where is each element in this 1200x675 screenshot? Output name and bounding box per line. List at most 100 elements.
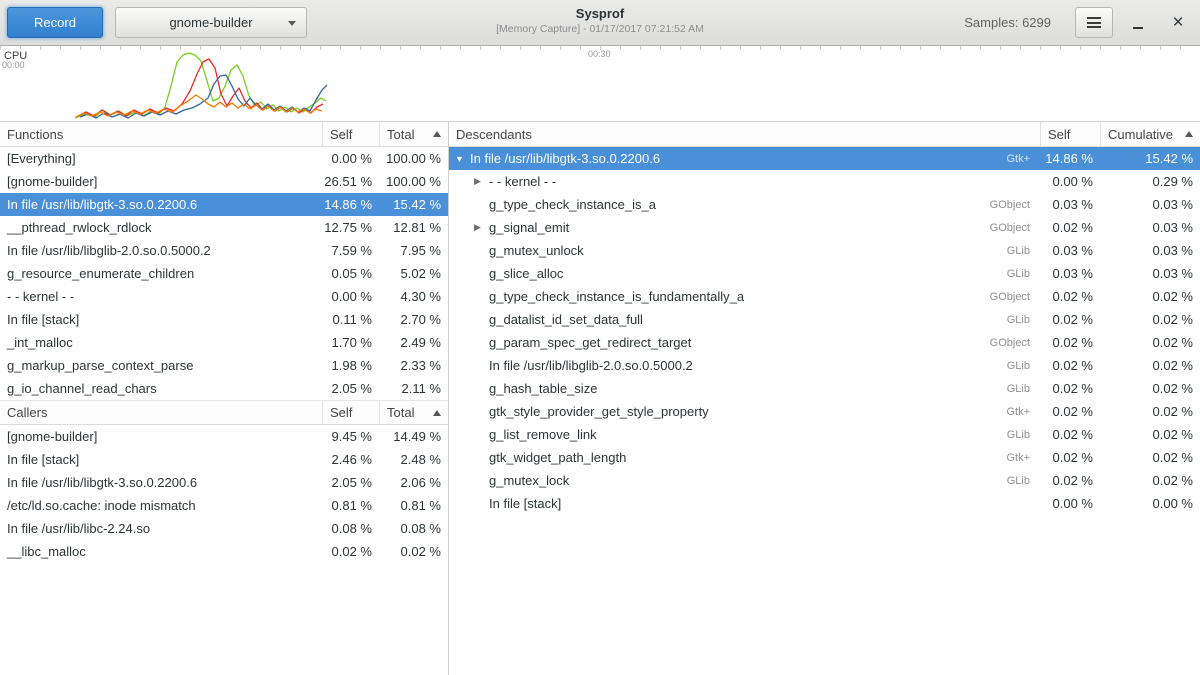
callers-table-header: Callers Self Total: [0, 400, 448, 425]
cell-total-percent: 0.81 %: [379, 494, 448, 517]
cell-function-name: ▶- - kernel - -: [449, 170, 950, 193]
table-row[interactable]: [Everything]0.00 %100.00 %: [0, 147, 448, 170]
sort-indicator-icon: [433, 131, 441, 137]
column-header-descendants[interactable]: Descendants: [449, 122, 1040, 146]
cell-function-name: In file /usr/lib/libgtk-3.so.0.2200.6: [0, 193, 322, 216]
function-name-text: g_signal_emit: [489, 220, 569, 235]
close-button[interactable]: ×: [1163, 8, 1193, 38]
table-row[interactable]: In file /usr/lib/libgtk-3.so.0.2200.62.0…: [0, 471, 448, 494]
column-header-cumulative[interactable]: Cumulative: [1100, 122, 1200, 146]
cell-function-name: In file /usr/lib/libglib-2.0.so.0.5000.2: [449, 354, 950, 377]
table-row[interactable]: g_hash_table_sizeGLib0.02 %0.02 %: [449, 377, 1200, 400]
descendants-table: ▼In file /usr/lib/libgtk-3.so.0.2200.6Gt…: [449, 147, 1200, 515]
expander-icon[interactable]: ▶: [474, 222, 489, 233]
callers-table: [gnome-builder]9.45 %14.49 %In file [sta…: [0, 425, 448, 563]
function-name-text: g_datalist_id_set_data_full: [489, 312, 643, 327]
table-row[interactable]: In file /usr/lib/libgtk-3.so.0.2200.614.…: [0, 193, 448, 216]
cell-cumulative-percent: 0.03 %: [1100, 216, 1200, 239]
column-header-self[interactable]: Self: [1040, 122, 1100, 146]
cpu-timeline[interactable]: CPU 00:00 00:30: [0, 46, 1200, 122]
table-row[interactable]: __pthread_rwlock_rdlock12.75 %12.81 %: [0, 216, 448, 239]
cell-self-percent: 14.86 %: [1040, 147, 1100, 170]
main-content: Functions Self Total [Everything]0.00 %1…: [0, 122, 1200, 675]
table-row[interactable]: _int_malloc1.70 %2.49 %: [0, 331, 448, 354]
table-row[interactable]: g_list_remove_linkGLib0.02 %0.02 %: [449, 423, 1200, 446]
table-row[interactable]: In file [stack]0.00 %0.00 %: [449, 492, 1200, 515]
table-row[interactable]: g_param_spec_get_redirect_targetGObject0…: [449, 331, 1200, 354]
table-row[interactable]: g_datalist_id_set_data_fullGLib0.02 %0.0…: [449, 308, 1200, 331]
table-row[interactable]: g_slice_allocGLib0.03 %0.03 %: [449, 262, 1200, 285]
cell-total-percent: 5.02 %: [379, 262, 448, 285]
column-header-callers[interactable]: Callers: [0, 401, 322, 424]
table-row[interactable]: In file /usr/lib/libglib-2.0.so.0.5000.2…: [449, 354, 1200, 377]
cell-library-name: GLib: [950, 262, 1040, 285]
table-row[interactable]: g_type_check_instance_is_fundamentally_a…: [449, 285, 1200, 308]
cell-self-percent: 0.02 %: [1040, 400, 1100, 423]
cell-self-percent: 0.02 %: [1040, 469, 1100, 492]
column-header-self[interactable]: Self: [322, 122, 379, 146]
cell-total-percent: 2.33 %: [379, 354, 448, 377]
cell-self-percent: 0.02 %: [1040, 216, 1100, 239]
table-row[interactable]: gtk_widget_path_lengthGtk+0.02 %0.02 %: [449, 446, 1200, 469]
cell-total-percent: 12.81 %: [379, 216, 448, 239]
hamburger-icon: [1087, 17, 1101, 28]
table-row[interactable]: ▼In file /usr/lib/libgtk-3.so.0.2200.6Gt…: [449, 147, 1200, 170]
table-row[interactable]: g_io_channel_read_chars2.05 %2.11 %: [0, 377, 448, 400]
cell-self-percent: 0.02 %: [1040, 308, 1100, 331]
cell-total-percent: 7.95 %: [379, 239, 448, 262]
column-header-functions[interactable]: Functions: [0, 122, 322, 146]
cell-self-percent: 7.59 %: [322, 239, 379, 262]
cell-library-name: GObject: [950, 331, 1040, 354]
table-row[interactable]: g_markup_parse_context_parse1.98 %2.33 %: [0, 354, 448, 377]
function-name-text: g_hash_table_size: [489, 381, 597, 396]
cell-function-name: _int_malloc: [0, 331, 322, 354]
cell-library-name: GObject: [950, 193, 1040, 216]
table-row[interactable]: /etc/ld.so.cache: inode mismatch0.81 %0.…: [0, 494, 448, 517]
process-selector-dropdown[interactable]: gnome-builder: [115, 7, 307, 38]
expander-icon[interactable]: ▶: [474, 176, 489, 187]
table-row[interactable]: g_mutex_lockGLib0.02 %0.02 %: [449, 469, 1200, 492]
table-row[interactable]: ▶- - kernel - -0.00 %0.29 %: [449, 170, 1200, 193]
table-row[interactable]: In file [stack]2.46 %2.48 %: [0, 448, 448, 471]
cell-function-name: In file [stack]: [0, 448, 322, 471]
column-header-total[interactable]: Total: [379, 401, 448, 424]
cell-total-percent: 2.70 %: [379, 308, 448, 331]
table-row[interactable]: ▶g_signal_emitGObject0.02 %0.03 %: [449, 216, 1200, 239]
minimize-button[interactable]: [1123, 8, 1153, 38]
table-row[interactable]: gtk_style_provider_get_style_propertyGtk…: [449, 400, 1200, 423]
menu-button[interactable]: [1075, 7, 1113, 38]
cell-function-name: gtk_style_provider_get_style_property: [449, 400, 950, 423]
table-row[interactable]: In file [stack]0.11 %2.70 %: [0, 308, 448, 331]
cell-total-percent: 100.00 %: [379, 147, 448, 170]
cell-function-name: g_hash_table_size: [449, 377, 950, 400]
timeline-tick-mid: 00:30: [588, 49, 611, 59]
cell-function-name: [gnome-builder]: [0, 170, 322, 193]
cell-library-name: GLib: [950, 423, 1040, 446]
table-row[interactable]: g_mutex_unlockGLib0.03 %0.03 %: [449, 239, 1200, 262]
column-header-self[interactable]: Self: [322, 401, 379, 424]
table-row[interactable]: [gnome-builder]26.51 %100.00 %: [0, 170, 448, 193]
cell-cumulative-percent: 0.00 %: [1100, 492, 1200, 515]
function-name-text: g_list_remove_link: [489, 427, 597, 442]
right-pane: Descendants Self Cumulative ▼In file /us…: [449, 122, 1200, 675]
cell-total-percent: 2.48 %: [379, 448, 448, 471]
table-row[interactable]: In file /usr/lib/libglib-2.0.so.0.5000.2…: [0, 239, 448, 262]
table-row[interactable]: [gnome-builder]9.45 %14.49 %: [0, 425, 448, 448]
functions-table-header: Functions Self Total: [0, 122, 448, 147]
cell-self-percent: 0.02 %: [1040, 446, 1100, 469]
table-row[interactable]: g_type_check_instance_is_aGObject0.03 %0…: [449, 193, 1200, 216]
cell-function-name: g_param_spec_get_redirect_target: [449, 331, 950, 354]
table-row[interactable]: - - kernel - -0.00 %4.30 %: [0, 285, 448, 308]
cell-self-percent: 0.00 %: [1040, 170, 1100, 193]
table-row[interactable]: __libc_malloc0.02 %0.02 %: [0, 540, 448, 563]
cell-function-name: /etc/ld.so.cache: inode mismatch: [0, 494, 322, 517]
cell-self-percent: 1.70 %: [322, 331, 379, 354]
table-row[interactable]: In file /usr/lib/libc-2.24.so0.08 %0.08 …: [0, 517, 448, 540]
expander-icon[interactable]: ▼: [455, 154, 470, 164]
cpu-line-orange: [76, 95, 322, 117]
column-header-total[interactable]: Total: [379, 122, 448, 146]
record-button[interactable]: Record: [7, 7, 103, 38]
table-row[interactable]: g_resource_enumerate_children0.05 %5.02 …: [0, 262, 448, 285]
cell-function-name: g_mutex_lock: [449, 469, 950, 492]
cell-self-percent: 0.00 %: [322, 147, 379, 170]
